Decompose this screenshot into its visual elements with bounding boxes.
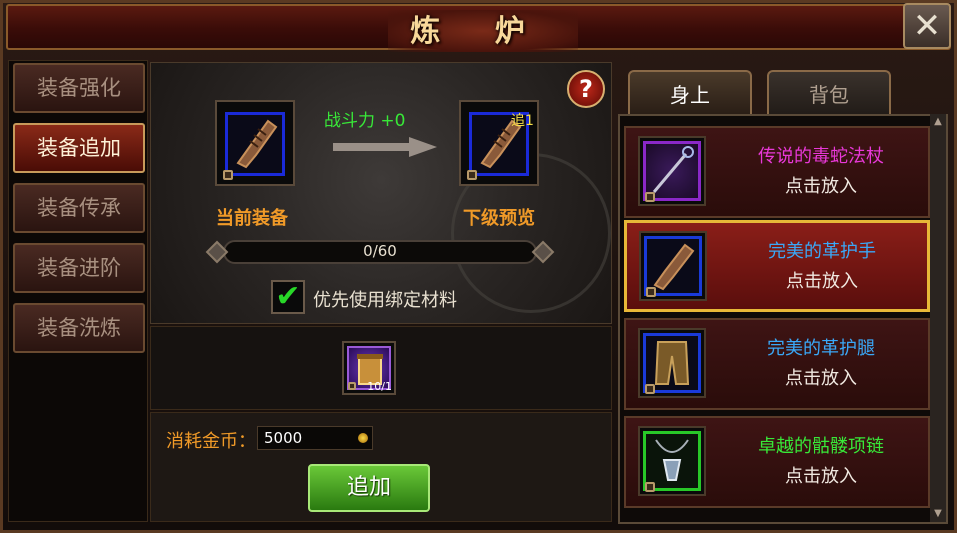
progress-text: 0/60 [363, 242, 397, 260]
preview-equipment-label: 下级预览 [463, 208, 535, 229]
lock-icon [645, 192, 655, 202]
staff-icon [652, 146, 694, 193]
equipment-list-item[interactable]: 完美的革护腿 点击放入 [624, 318, 930, 410]
item-icon-box [638, 328, 706, 398]
power-change-label: 战斗力 +0 [324, 111, 406, 131]
material-count: 10/1 [367, 380, 392, 393]
scroll-down-icon[interactable]: ▼ [932, 508, 944, 520]
nav-equip-enhance[interactable]: 装备强化 [13, 63, 145, 113]
current-equipment-label: 当前装备 [216, 208, 288, 229]
material-slot[interactable]: 10/1 [342, 341, 396, 395]
lock-icon [348, 382, 356, 390]
item-hint: 点击放入 [785, 176, 857, 197]
cost-value: 5000 [264, 429, 303, 447]
equipment-list-item[interactable]: 卓越的骷髅项链 点击放入 [624, 416, 930, 508]
cost-label: 消耗金币： [166, 431, 256, 452]
lock-icon [467, 170, 477, 180]
item-hint: 点击放入 [786, 271, 858, 292]
help-button[interactable]: ? [567, 70, 605, 108]
item-icon-box [638, 136, 706, 206]
item-name: 完美的革护手 [768, 241, 876, 262]
item-icon-box [639, 231, 707, 301]
bind-material-checkbox[interactable]: ✔ [271, 280, 305, 314]
item-hint: 点击放入 [785, 368, 857, 389]
gauntlet-icon [236, 119, 278, 169]
nav-equip-inherit[interactable]: 装备传承 [13, 183, 145, 233]
cost-value-field: 5000 [257, 426, 373, 450]
scroll-up-icon[interactable]: ▲ [932, 116, 944, 128]
checkmark-icon: ✔ [275, 279, 301, 314]
item-name: 完美的革护腿 [767, 338, 875, 359]
item-name: 传说的毒蛇法杖 [758, 146, 884, 167]
nav-equip-refine[interactable]: 装备洗炼 [13, 303, 145, 353]
arrow-right-icon [333, 137, 437, 157]
nav-equip-advance[interactable]: 装备进阶 [13, 243, 145, 293]
current-equipment-frame [225, 112, 285, 176]
close-icon: ✕ [912, 6, 942, 46]
lock-icon [645, 482, 655, 492]
lock-icon [645, 384, 655, 394]
close-button[interactable]: ✕ [903, 3, 951, 49]
item-icon-box [638, 426, 706, 496]
lock-icon [223, 170, 233, 180]
gold-coin-icon [358, 433, 368, 443]
window-title: 炼 炉 [410, 14, 547, 49]
equipment-list-item[interactable]: 传说的毒蛇法杖 点击放入 [624, 126, 930, 218]
tab-bag[interactable]: 背包 [767, 70, 891, 114]
gauntlet-icon [653, 243, 695, 291]
tab-on-body[interactable]: 身上 [628, 70, 752, 114]
sidebar: 装备强化 装备追加 装备传承 装备进阶 装备洗炼 [8, 60, 148, 522]
nav-equip-append[interactable]: 装备追加 [13, 123, 145, 173]
item-hint: 点击放入 [785, 466, 857, 487]
necklace-icon [655, 439, 689, 481]
progress-bar: 0/60 [205, 236, 555, 268]
leggings-icon [654, 341, 690, 385]
append-level-tag: 追1 [511, 113, 534, 129]
lock-icon [646, 287, 656, 297]
bind-material-label: 优先使用绑定材料 [313, 290, 457, 311]
equipment-list-item[interactable]: 完美的革护手 点击放入 [624, 220, 930, 312]
item-name: 卓越的骷髅项链 [758, 436, 884, 457]
equipment-list-scrollbar[interactable]: ▲ ▼ [930, 114, 946, 522]
current-equipment-slot[interactable] [215, 100, 295, 186]
append-button[interactable]: 追加 [308, 464, 430, 512]
question-icon: ? [579, 75, 593, 103]
